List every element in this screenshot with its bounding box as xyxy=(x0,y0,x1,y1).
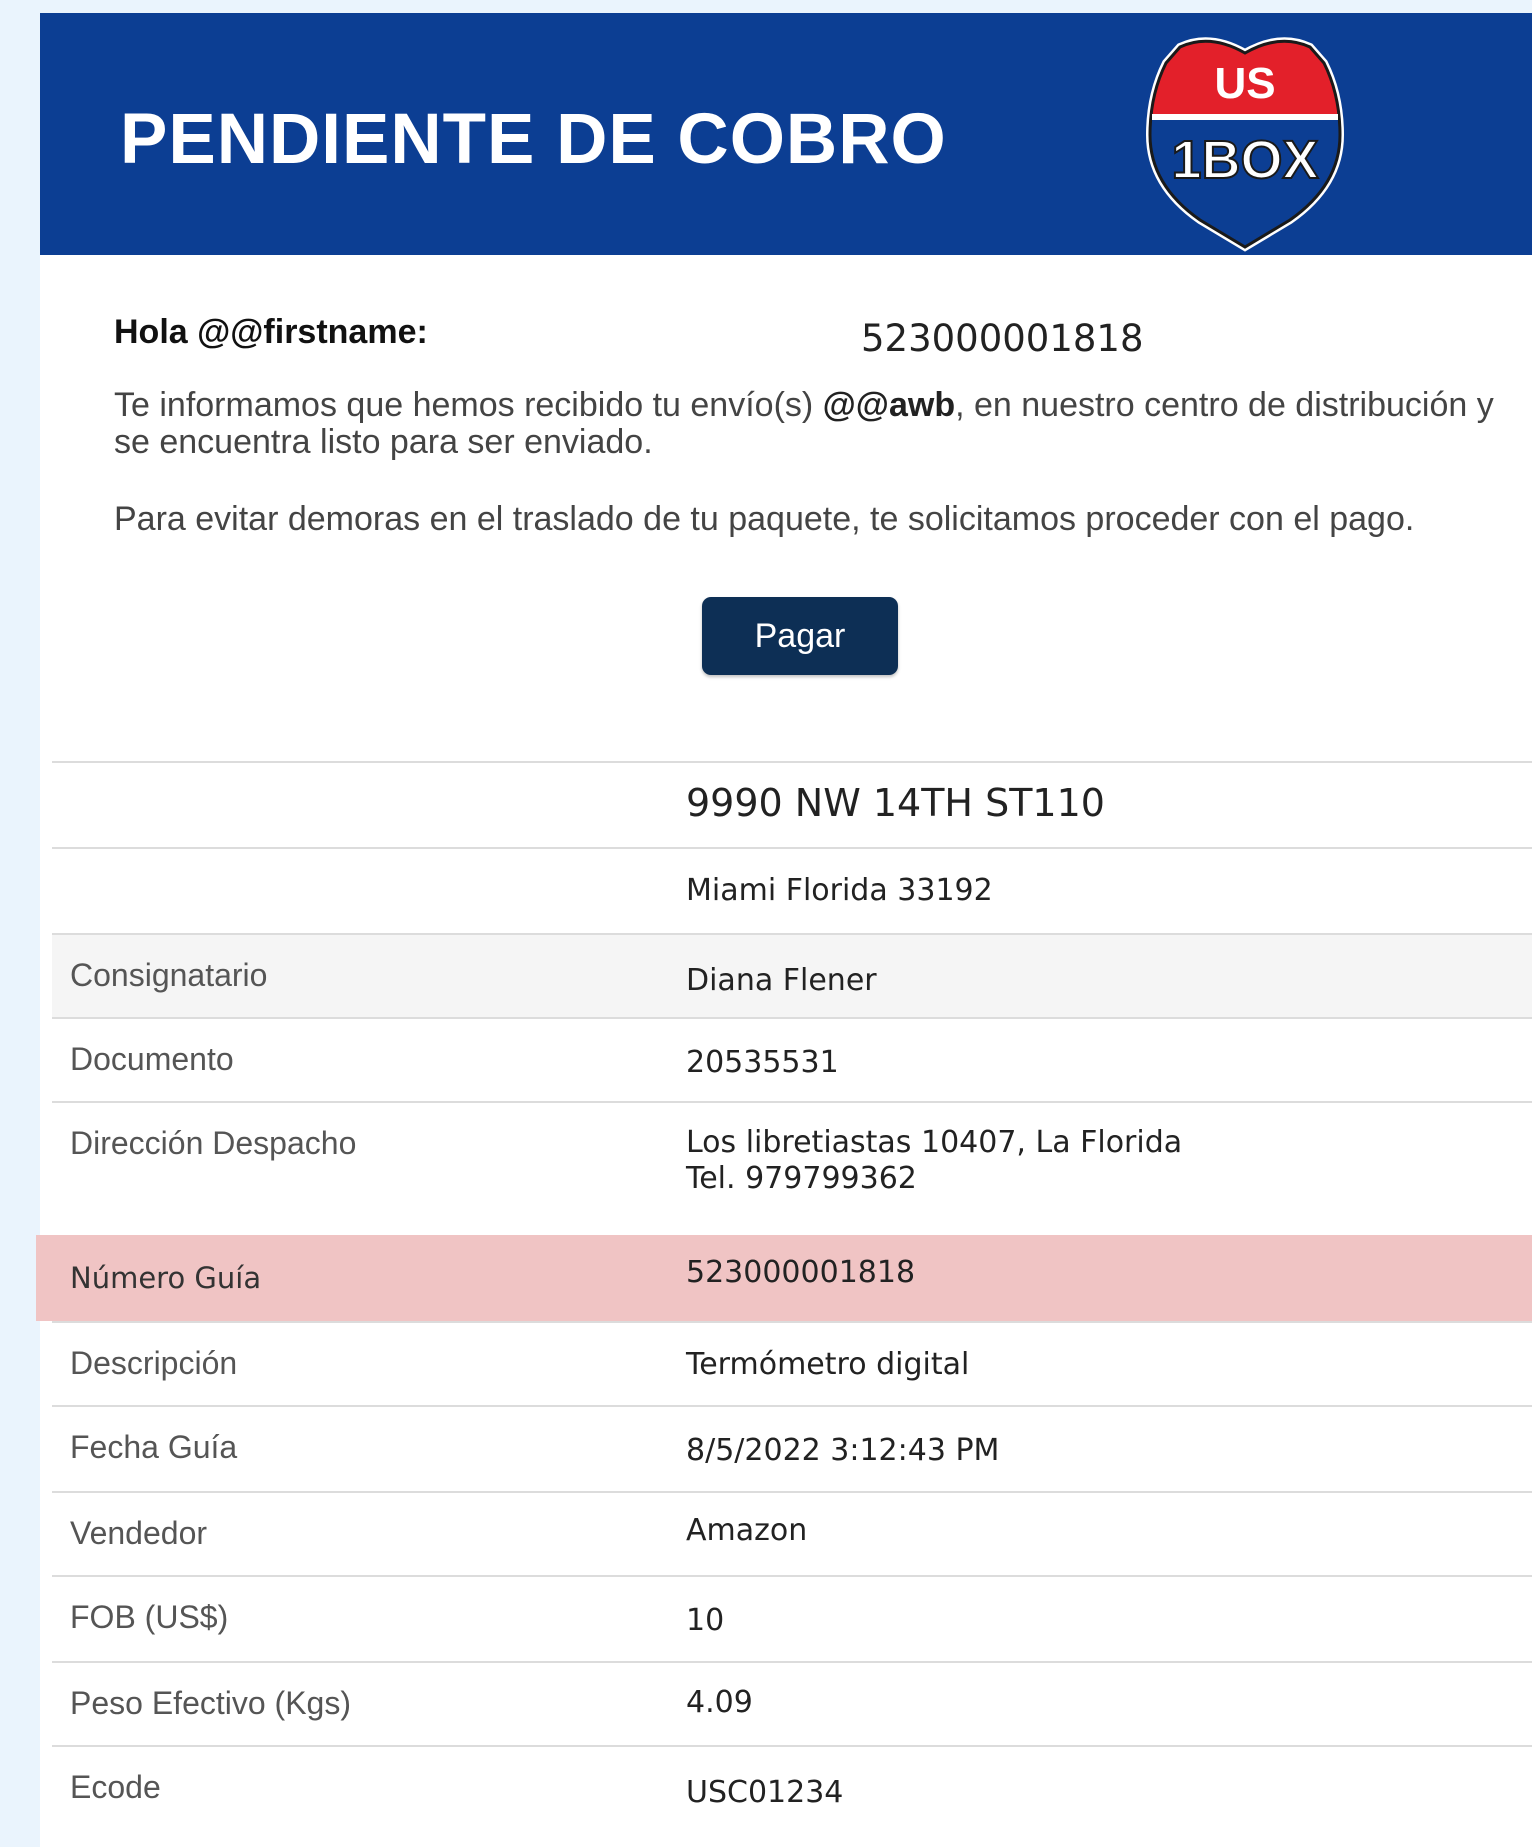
detail-value: 523000001818 xyxy=(686,1255,916,1290)
message-text-start: Te informamos que hemos recibido tu enví… xyxy=(114,386,823,424)
detail-value: Diana Flener xyxy=(686,963,877,998)
detail-value: USC01234 xyxy=(686,1775,844,1810)
detail-label: Documento xyxy=(70,1041,234,1077)
greeting-row: Hola @@firstname: 523000001818 xyxy=(114,313,1494,363)
detail-label: FOB (US$) xyxy=(70,1599,229,1635)
address-city: Miami Florida 33192 xyxy=(686,873,993,908)
detail-label: Ecode xyxy=(70,1769,161,1805)
table-row-weight: Peso Efectivo (Kgs) 4.09 xyxy=(52,1661,1532,1745)
email-card: PENDIENTE DE COBRO US 1BOX Hola @@firstn… xyxy=(36,13,1532,1847)
table-row-document: Documento 20535531 xyxy=(52,1017,1532,1101)
page-title: PENDIENTE DE COBRO xyxy=(120,100,947,179)
table-row: Miami Florida 33192 xyxy=(52,847,1532,933)
detail-value: 8/5/2022 3:12:43 PM xyxy=(686,1433,1000,1468)
detail-value: Termómetro digital xyxy=(686,1347,970,1382)
table-row-guide-number: Número Guía 523000001818 xyxy=(36,1235,1532,1321)
awb-number: 523000001818 xyxy=(861,317,1144,360)
detail-value: 20535531 xyxy=(686,1045,839,1080)
detail-label: Descripción xyxy=(70,1345,238,1381)
table-row: 9990 NW 14TH ST110 xyxy=(52,761,1532,847)
detail-value: Los libretiastas 10407, La Florida xyxy=(686,1125,1183,1160)
us1box-logo-icon: US 1BOX xyxy=(1145,37,1345,252)
detail-value-phone: Tel. 979799362 xyxy=(686,1161,917,1196)
table-row-guide-date: Fecha Guía 8/5/2022 3:12:43 PM xyxy=(52,1405,1532,1491)
svg-text:US: US xyxy=(1214,59,1275,108)
table-row-vendor: Vendedor Amazon xyxy=(52,1491,1532,1575)
detail-label: Vendedor xyxy=(70,1515,208,1551)
detail-label: Número Guía xyxy=(70,1261,262,1295)
detail-label: Fecha Guía xyxy=(70,1429,238,1465)
table-row-dispatch-address: Dirección Despacho Los libretiastas 1040… xyxy=(52,1101,1532,1235)
detail-label: Consignatario xyxy=(70,957,268,993)
table-row-ecode: Ecode USC01234 xyxy=(52,1745,1532,1831)
table-row-consignee: Consignatario Diana Flener xyxy=(52,933,1532,1017)
detail-value: Amazon xyxy=(686,1513,808,1548)
detail-value: 10 xyxy=(686,1603,725,1638)
table-row-description: Descripción Termómetro digital xyxy=(52,1321,1532,1405)
awb-placeholder: @@awb xyxy=(822,386,956,424)
greeting-text: Hola @@firstname: xyxy=(114,313,428,351)
received-message: Te informamos que hemos recibido tu enví… xyxy=(114,387,1494,461)
table-row-fob: FOB (US$) 10 xyxy=(52,1575,1532,1661)
detail-label: Peso Efectivo (Kgs) xyxy=(70,1685,351,1721)
detail-label: Dirección Despacho xyxy=(70,1125,357,1161)
svg-text:1BOX: 1BOX xyxy=(1171,130,1318,190)
detail-value: 4.09 xyxy=(686,1685,753,1720)
header-banner: PENDIENTE DE COBRO US 1BOX xyxy=(40,13,1532,255)
payment-request-message: Para evitar demoras en el traslado de tu… xyxy=(114,500,1415,538)
address-street: 9990 NW 14TH ST110 xyxy=(686,781,1105,825)
pay-button[interactable]: Pagar xyxy=(702,597,898,675)
